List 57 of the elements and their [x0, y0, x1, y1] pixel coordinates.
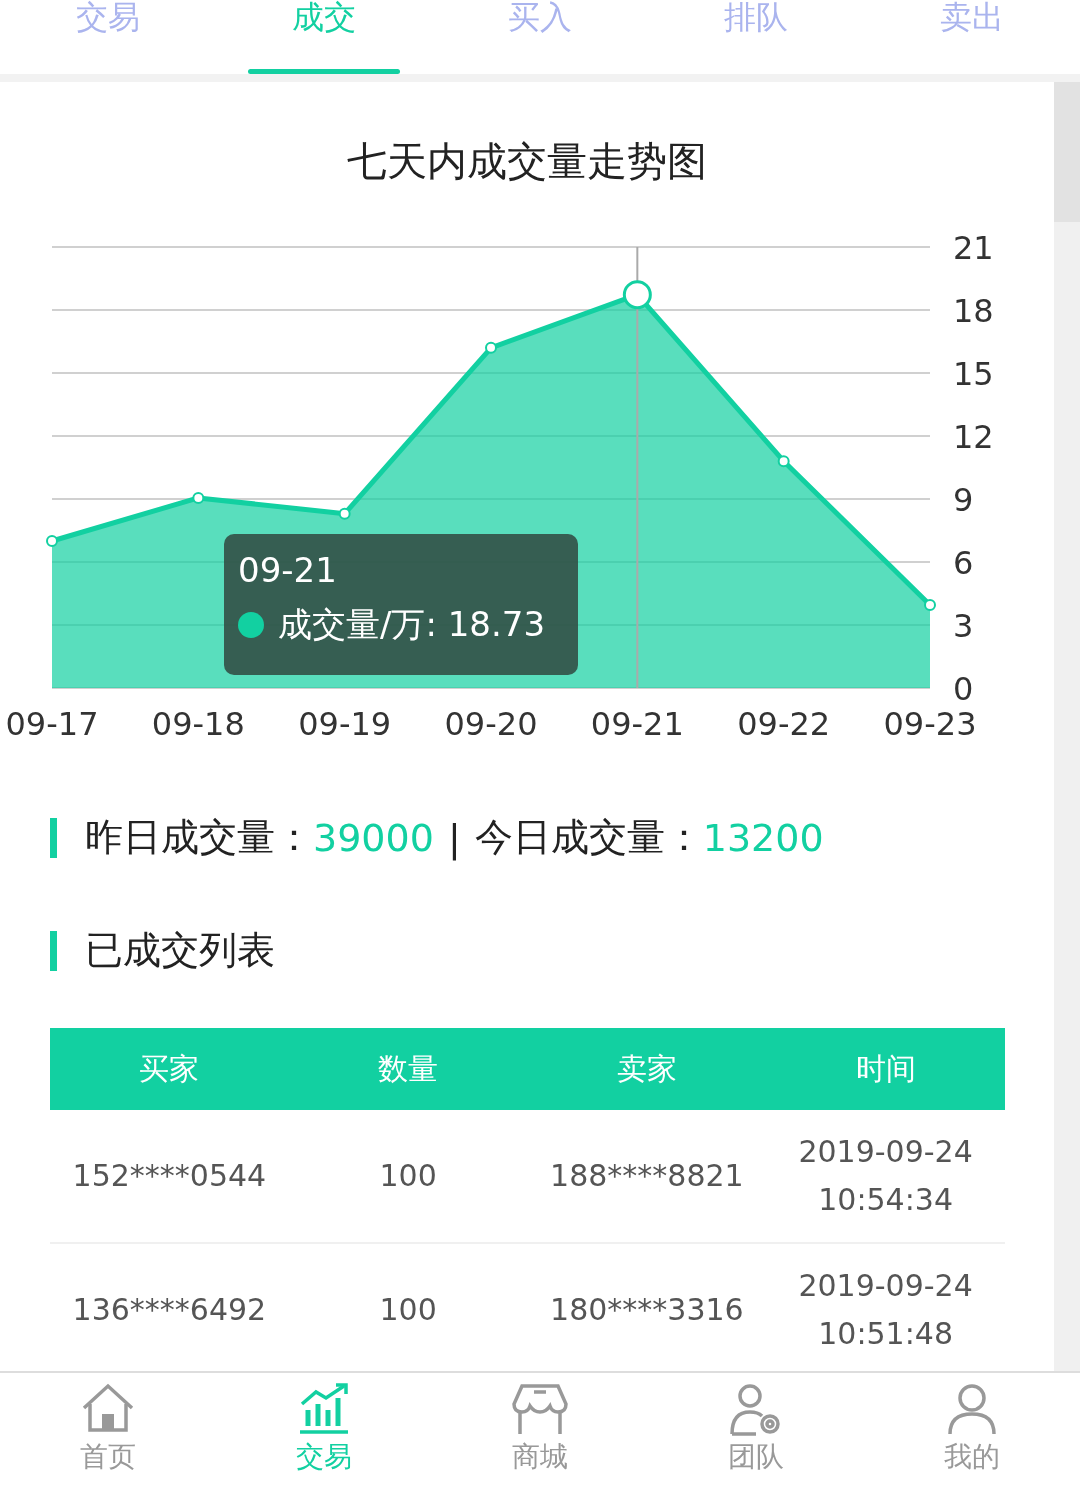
data-point: [485, 341, 497, 354]
stat-value: 13200: [702, 815, 824, 860]
table-cell-text: 2019-09-24 10:51:48: [797, 1267, 974, 1353]
axis-label: 9: [953, 481, 974, 519]
nav-item[interactable]: 首页: [0, 1373, 216, 1485]
column-header: 买家: [138, 1049, 201, 1088]
nav-item[interactable]: 团队: [648, 1373, 864, 1485]
data-point: [622, 280, 652, 310]
table-cell-text: 100: [378, 1291, 438, 1329]
data-point: [777, 455, 790, 468]
table-cell-text: 188****8821: [549, 1157, 745, 1195]
tab[interactable]: 成交: [216, 0, 432, 74]
nav-item[interactable]: 商城: [432, 1373, 648, 1485]
axis-label: 09-18: [151, 705, 245, 743]
stat-label: 今日成交量：: [474, 814, 703, 861]
axis-label: 6: [953, 544, 974, 582]
data-point: [46, 535, 58, 547]
axis-label: 3: [953, 607, 974, 645]
column-header: 时间: [854, 1049, 917, 1088]
axis-label: 09-23: [883, 705, 977, 743]
table-cell-text: 180****3316: [549, 1291, 745, 1329]
table-cell-text: 136****6492: [71, 1291, 268, 1329]
axis-label: 09-19: [298, 705, 392, 743]
scrollbar[interactable]: [1054, 82, 1080, 222]
axis-label: 12: [953, 418, 994, 456]
axis-label: 21: [953, 229, 994, 267]
data-point: [192, 491, 205, 504]
tab[interactable]: 交易: [0, 0, 216, 74]
nav-item[interactable]: 我的: [864, 1373, 1080, 1485]
separator: |: [447, 815, 461, 860]
table-cell-text: 2019-09-24 10:54:34: [797, 1133, 974, 1219]
stat-value: 39000: [313, 815, 434, 860]
section-marker: [50, 930, 57, 971]
axis-label: 0: [953, 670, 974, 708]
data-point: [338, 507, 351, 520]
axis-label: 09-21: [590, 705, 684, 743]
table-cell-text: 152****0544: [71, 1157, 268, 1195]
axis-label: 09-20: [444, 705, 538, 743]
section-title: 已成交列表: [85, 927, 275, 974]
axis-label: 18: [953, 292, 994, 330]
tooltip-title: 09-21: [238, 550, 338, 590]
data-point: [924, 599, 936, 612]
tab[interactable]: 卖出: [864, 0, 1080, 74]
axis-label: 09-22: [737, 705, 831, 743]
column-header: 数量: [377, 1049, 440, 1088]
table-cell-text: 100: [378, 1157, 438, 1195]
column-header: 卖家: [615, 1049, 678, 1088]
axis-label: 09-17: [5, 705, 99, 743]
tab[interactable]: 排队: [648, 0, 864, 74]
tab[interactable]: 买入: [432, 0, 648, 74]
axis-label: 15: [953, 355, 994, 393]
tooltip-value: 成交量/万: 18.73: [278, 603, 546, 646]
section-marker: [50, 817, 57, 858]
shop-icon: [510, 1382, 570, 1436]
chart-title: 七天内成交量走势图: [346, 137, 708, 186]
nav-item[interactable]: 交易: [216, 1373, 432, 1485]
stat-label: 昨日成交量：: [85, 814, 313, 861]
